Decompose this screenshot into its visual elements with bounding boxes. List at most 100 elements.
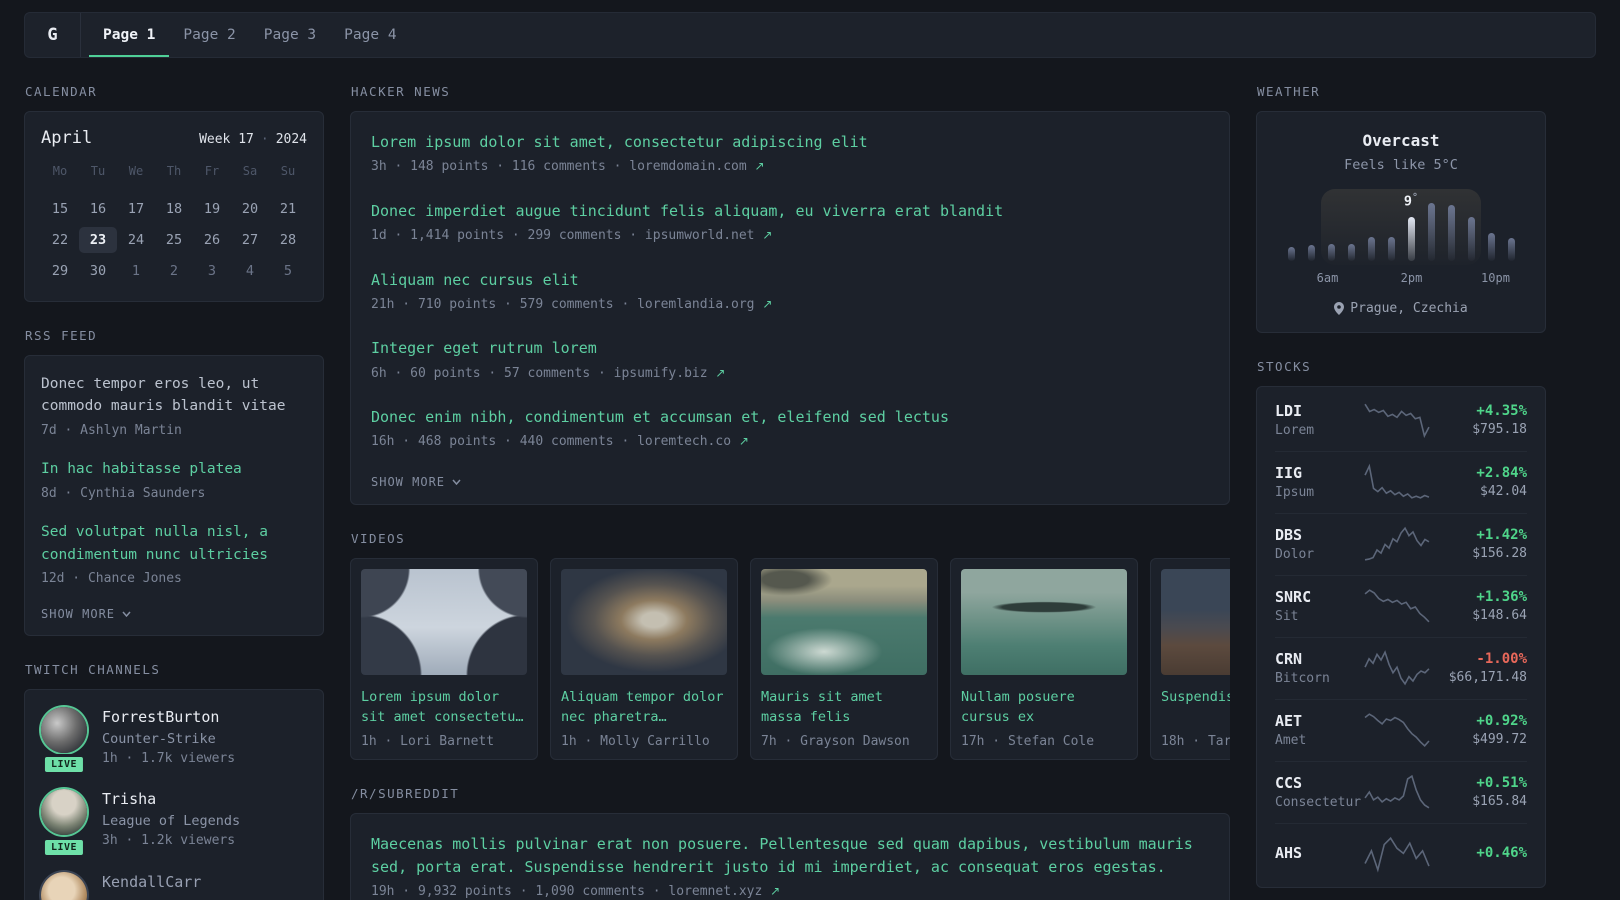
- video-card[interactable]: Suspendisse diam 18h · Tara: [1150, 557, 1230, 760]
- subreddit-post-meta: 19h · 9,932 points · 1,090 comments · lo…: [371, 884, 781, 900]
- calendar-week-year: Week 17 · 2024: [199, 132, 307, 147]
- stock-row[interactable]: AET Amet +0.92% $499.72: [1257, 699, 1545, 761]
- stock-row[interactable]: IIG Ipsum +2.84% $42.04: [1257, 451, 1545, 513]
- video-card[interactable]: Nullam posuere cursus ex 17h · Stefan Co…: [950, 557, 1138, 760]
- calendar-day: 26: [203, 232, 221, 248]
- video-thumbnail: [761, 568, 927, 675]
- external-link-icon: ↗: [770, 884, 781, 899]
- stock-change: +0.92%: [1476, 713, 1527, 729]
- hackernews-item: Integer eget rutrum lorem 6h · 60 points…: [371, 337, 1209, 383]
- rss-widget: Donec tempor eros leo, ut commodo mauris…: [24, 355, 324, 636]
- weather-bar: [1287, 247, 1295, 261]
- weather-bar: [1387, 237, 1395, 261]
- twitch-channel-name[interactable]: ForrestBurton: [102, 707, 235, 729]
- calendar-month: April: [41, 128, 93, 148]
- twitch-channel-row[interactable]: LIVE Trisha League of Legends 3h · 1.2k …: [41, 789, 307, 858]
- stock-symbol: AET: [1275, 712, 1303, 730]
- twitch-channel-row[interactable]: LIVE ForrestBurton Counter-Strike 1h · 1…: [41, 706, 307, 776]
- subreddit-widget: Maecenas mollis pulvinar erat non posuer…: [350, 812, 1230, 900]
- rss-item-title[interactable]: Sed volutpat nulla nisl, a condimentum n…: [41, 521, 307, 566]
- video-title[interactable]: Lorem ipsum dolor sit amet consectetu…: [361, 687, 527, 727]
- hackernews-item-title[interactable]: Lorem ipsum dolor sit amet, consectetur …: [371, 131, 1209, 154]
- weather-section-header: WEATHER: [1257, 84, 1321, 99]
- stock-symbol: AHS: [1275, 843, 1303, 862]
- hackernews-show-more-button[interactable]: SHOW MORE: [371, 475, 461, 489]
- stock-change: +0.46%: [1476, 844, 1527, 861]
- calendar-day: 19: [203, 201, 221, 217]
- twitch-widget: LIVE ForrestBurton Counter-Strike 1h · 1…: [24, 688, 324, 900]
- video-thumbnail: [361, 568, 527, 675]
- page-tab[interactable]: Page 4: [330, 13, 410, 57]
- rss-section-header: RSS FEED: [25, 328, 98, 343]
- page-tab[interactable]: Page 3: [250, 13, 330, 57]
- page-tab[interactable]: Page 2: [169, 13, 249, 57]
- external-link-icon: ↗: [715, 365, 726, 380]
- video-card[interactable]: Mauris sit amet massa felis 7h · Grayson…: [750, 557, 938, 760]
- middle-column: HACKER NEWS Lorem ipsum dolor sit amet, …: [350, 58, 1230, 900]
- stock-name: Consectetur: [1275, 795, 1362, 810]
- stock-change: +2.84%: [1476, 465, 1527, 481]
- avatar: LIVE: [41, 871, 87, 900]
- hackernews-widget: Lorem ipsum dolor sit amet, consectetur …: [350, 111, 1230, 505]
- hackernews-item: Lorem ipsum dolor sit amet, consectetur …: [371, 131, 1209, 177]
- weather-bar: [1507, 238, 1515, 261]
- stock-change: +1.36%: [1476, 589, 1527, 605]
- top-bar: G Page 1 Page 2 Page 3 Page 4: [24, 12, 1596, 58]
- external-link-icon: ↗: [762, 228, 773, 242]
- stock-sparkline: [1363, 587, 1431, 625]
- logo[interactable]: G: [25, 13, 81, 57]
- rss-item-meta: 7d · Ashlyn Martin: [41, 422, 182, 438]
- twitch-channel-name[interactable]: KendallCarr: [102, 872, 201, 894]
- video-title[interactable]: Mauris sit amet massa felis: [761, 687, 927, 727]
- hackernews-item-meta: 1d · 1,414 points · 299 comments · ipsum…: [371, 228, 773, 243]
- twitch-channel-name[interactable]: Trisha: [102, 789, 240, 811]
- page-tab[interactable]: Page 1: [89, 13, 169, 57]
- rss-show-more-button[interactable]: SHOW MORE: [41, 607, 131, 621]
- subreddit-post-title[interactable]: Maecenas mollis pulvinar erat non posuer…: [371, 833, 1209, 880]
- stock-symbol: DBS: [1275, 526, 1303, 544]
- calendar-day: 29: [51, 263, 69, 279]
- twitch-channel-row[interactable]: LIVE KendallCarr: [41, 871, 307, 900]
- video-meta: 7h · Grayson Dawson: [761, 733, 910, 749]
- calendar-day: 4: [245, 263, 255, 279]
- stock-row[interactable]: DBS Dolor +1.42% $156.28: [1257, 513, 1545, 575]
- weather-hour-label: 2pm: [1400, 271, 1423, 285]
- weather-bar: [1347, 244, 1355, 261]
- stock-symbol: IIG: [1275, 464, 1303, 482]
- stock-row[interactable]: AHS +0.46%: [1257, 823, 1545, 885]
- video-title[interactable]: Suspendisse diam: [1161, 687, 1230, 727]
- hackernews-item-title[interactable]: Aliquam nec cursus elit: [371, 269, 1209, 292]
- hackernews-item-title[interactable]: Donec imperdiet augue tincidunt felis al…: [371, 200, 1209, 223]
- twitch-section-header: TWITCH CHANNELS: [25, 661, 161, 677]
- hackernews-section-header: HACKER NEWS: [351, 84, 451, 99]
- calendar-dayname: We: [128, 164, 144, 178]
- stock-row[interactable]: CRN Bitcorn -1.00% $66,171.48: [1257, 637, 1545, 699]
- video-card[interactable]: Aliquam tempor dolor nec pharetra… 1h · …: [550, 557, 738, 760]
- stock-row[interactable]: SNRC Sit +1.36% $148.64: [1257, 575, 1545, 637]
- video-meta: 1h · Molly Carrillo: [561, 733, 710, 749]
- rss-item-meta: 12d · Chance Jones: [41, 571, 182, 587]
- calendar-day: 1: [131, 263, 141, 279]
- calendar-day: 16: [89, 201, 107, 217]
- stock-row[interactable]: LDI Lorem +4.35% $795.18: [1257, 389, 1545, 451]
- videos-section-header: VIDEOS: [351, 530, 406, 546]
- stock-price: $499.72: [1472, 732, 1527, 747]
- stock-row[interactable]: CCS Consectetur +0.51% $165.84: [1257, 761, 1545, 823]
- video-card[interactable]: Lorem ipsum dolor sit amet consectetu… 1…: [350, 557, 538, 760]
- rss-item-title[interactable]: In hac habitasse platea: [41, 458, 307, 480]
- weather-hour-label: 6am: [1316, 271, 1339, 285]
- calendar-dayname: Tu: [90, 164, 106, 178]
- stock-name: Lorem: [1275, 423, 1315, 438]
- hackernews-item: Donec imperdiet augue tincidunt felis al…: [371, 200, 1209, 246]
- stock-sparkline: [1363, 463, 1431, 501]
- stock-symbol: SNRC: [1275, 588, 1312, 606]
- stock-symbol: CRN: [1275, 650, 1303, 668]
- rss-item-title[interactable]: Donec tempor eros leo, ut commodo mauris…: [41, 373, 307, 418]
- video-title[interactable]: Nullam posuere cursus ex: [961, 687, 1127, 727]
- hackernews-item-title[interactable]: Donec enim nibh, condimentum et accumsan…: [371, 406, 1209, 429]
- calendar-day: 5: [283, 263, 293, 279]
- hackernews-item-title[interactable]: Integer eget rutrum lorem: [371, 337, 1209, 360]
- video-meta: 18h · Tara: [1161, 733, 1230, 749]
- calendar-day: 25: [165, 232, 183, 248]
- video-title[interactable]: Aliquam tempor dolor nec pharetra…: [561, 687, 727, 727]
